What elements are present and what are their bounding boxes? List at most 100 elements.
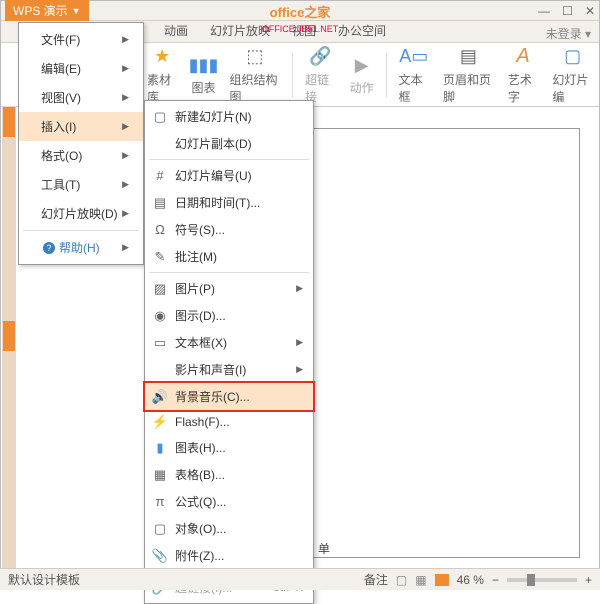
ribbon-chart[interactable]: ▮▮▮图表 — [186, 51, 222, 98]
thumb-marker[interactable] — [3, 321, 15, 351]
ribbon-action[interactable]: ▶动作 — [344, 51, 380, 98]
label-single: 单 — [318, 540, 330, 557]
zoom-in-button[interactable]: + — [585, 573, 592, 587]
submenu-attachment[interactable]: 📎附件(Z)... — [145, 542, 313, 569]
insert-submenu: ▢新建幻灯片(N) 幻灯片副本(D) #幻灯片编号(U) ▤日期和时间(T)..… — [144, 100, 314, 604]
submenu-datetime[interactable]: ▤日期和时间(T)... — [145, 189, 313, 216]
chevron-right-icon: ▶ — [122, 63, 129, 74]
chart-icon: ▮ — [152, 440, 168, 456]
tab-slideshow[interactable]: 幻灯片放映 — [202, 19, 278, 42]
chevron-right-icon: ▶ — [122, 34, 129, 45]
submenu-movie-sound[interactable]: 影片和声音(I)▶ — [145, 356, 313, 383]
ribbon-textbox[interactable]: A▭文本框 — [393, 43, 436, 107]
submenu-equation[interactable]: π公式(Q)... — [145, 488, 313, 515]
submenu-background-music[interactable]: 🔊背景音乐(C)... — [145, 383, 313, 410]
app-menu-button[interactable]: WPS 演示 ▼ — [5, 0, 89, 21]
object-icon: ▢ — [152, 521, 168, 537]
ribbon-hyperlink[interactable]: 🔗超链接 — [299, 43, 342, 107]
separator — [149, 272, 309, 273]
submenu-textbox[interactable]: ▭文本框(X)▶ — [145, 329, 313, 356]
main-menu: 文件(F)▶ 编辑(E)▶ 视图(V)▶ 插入(I)▶ 格式(O)▶ 工具(T)… — [18, 22, 144, 265]
submenu-object[interactable]: ▢对象(O)... — [145, 515, 313, 542]
thumbnail-pane — [2, 106, 16, 568]
menu-insert[interactable]: 插入(I)▶ — [19, 112, 143, 141]
submenu-diagram[interactable]: ◉图示(D)... — [145, 302, 313, 329]
ribbon-wordart[interactable]: A艺术字 — [502, 43, 545, 107]
view-sorter-button[interactable]: ▦ — [415, 573, 426, 587]
chevron-right-icon: ▶ — [122, 92, 129, 103]
slide-icon: ▢ — [561, 45, 585, 69]
maximize-button[interactable]: ☐ — [562, 4, 573, 18]
submenu-chart[interactable]: ▮图表(H)... — [145, 434, 313, 461]
tab-animation[interactable]: 动画 — [156, 19, 196, 42]
flash-icon: ⚡ — [152, 414, 168, 430]
app-name-label: WPS 演示 — [13, 2, 68, 19]
minimize-button[interactable]: — — [538, 4, 550, 18]
ime-label: 备注 — [364, 571, 388, 588]
submenu-duplicate-slide[interactable]: 幻灯片副本(D) — [145, 130, 313, 157]
picture-icon: ▨ — [152, 281, 168, 297]
speaker-icon: 🔊 — [152, 389, 168, 405]
chevron-right-icon: ▶ — [296, 337, 303, 348]
action-icon: ▶ — [350, 53, 374, 77]
zoom-label[interactable]: 46 % — [457, 573, 484, 587]
chevron-right-icon: ▶ — [122, 242, 129, 253]
header-footer-icon: ▤ — [456, 45, 480, 69]
menu-tools[interactable]: 工具(T)▶ — [19, 170, 143, 199]
ribbon-org-chart[interactable]: ⬚组织结构图 — [224, 43, 287, 107]
chevron-right-icon: ▶ — [122, 121, 129, 132]
submenu-flash[interactable]: ⚡Flash(F)... — [145, 410, 313, 434]
separator — [149, 159, 309, 160]
chevron-right-icon: ▶ — [122, 150, 129, 161]
ribbon-header-footer[interactable]: ▤页眉和页脚 — [437, 43, 500, 107]
zoom-knob[interactable] — [527, 574, 535, 586]
wordart-icon: A — [511, 45, 535, 69]
ribbon-slide-num[interactable]: ▢幻灯片编 — [546, 43, 599, 107]
ribbon-library[interactable]: ★素材库 — [141, 43, 184, 107]
view-normal-button[interactable]: ▢ — [396, 573, 407, 587]
menu-edit[interactable]: 编辑(E)▶ — [19, 54, 143, 83]
status-bar: 默认设计模板 备注 ▢ ▦ 46 % − + — [0, 568, 600, 590]
textbox-icon: ▭ — [152, 335, 168, 351]
zoom-out-button[interactable]: − — [492, 573, 499, 587]
chevron-right-icon: ▶ — [296, 364, 303, 375]
menu-file[interactable]: 文件(F)▶ — [19, 25, 143, 54]
submenu-picture[interactable]: ▨图片(P)▶ — [145, 275, 313, 302]
caret-down-icon: ▼ — [72, 6, 81, 16]
thumb-marker[interactable] — [3, 107, 15, 137]
menu-view[interactable]: 视图(V)▶ — [19, 83, 143, 112]
submenu-slide-number[interactable]: #幻灯片编号(U) — [145, 162, 313, 189]
chart-icon: ▮▮▮ — [192, 53, 216, 77]
title-bar: WPS 演示 ▼ — ☐ ✕ — [1, 1, 599, 21]
submenu-comment[interactable]: ✎批注(M) — [145, 243, 313, 270]
submenu-symbol[interactable]: Ω符号(S)... — [145, 216, 313, 243]
org-chart-icon: ⬚ — [243, 45, 267, 69]
menu-slideshow[interactable]: 幻灯片放映(D)▶ — [19, 199, 143, 228]
close-button[interactable]: ✕ — [585, 4, 595, 18]
separator — [386, 53, 387, 97]
comment-icon: ✎ — [152, 249, 168, 265]
table-icon: ▦ — [152, 467, 168, 483]
new-slide-icon: ▢ — [152, 109, 168, 125]
number-icon: # — [152, 168, 168, 184]
chevron-right-icon: ▶ — [122, 208, 129, 219]
textbox-icon: A▭ — [402, 45, 426, 69]
submenu-new-slide[interactable]: ▢新建幻灯片(N) — [145, 103, 313, 130]
zoom-slider[interactable] — [507, 578, 577, 582]
view-slideshow-button[interactable] — [435, 574, 449, 586]
slide-canvas[interactable] — [310, 128, 580, 558]
link-icon: 🔗 — [308, 45, 332, 69]
menu-help[interactable]: 帮助(H)▶ — [19, 233, 143, 262]
app-window: WPS 演示 ▼ — ☐ ✕ office之家 OFFICE.JB51.NET … — [0, 0, 600, 590]
template-label: 默认设计模板 — [8, 571, 80, 588]
pi-icon: π — [152, 494, 168, 510]
menu-format[interactable]: 格式(O)▶ — [19, 141, 143, 170]
submenu-table[interactable]: ▦表格(B)... — [145, 461, 313, 488]
diagram-icon: ◉ — [152, 308, 168, 324]
login-status[interactable]: 未登录 ▾ — [546, 25, 591, 42]
paperclip-icon: 📎 — [152, 548, 168, 564]
tab-workspace[interactable]: 办公空间 — [330, 19, 394, 42]
tab-view[interactable]: 视图 — [284, 19, 324, 42]
chevron-right-icon: ▶ — [122, 179, 129, 190]
separator — [292, 53, 293, 97]
